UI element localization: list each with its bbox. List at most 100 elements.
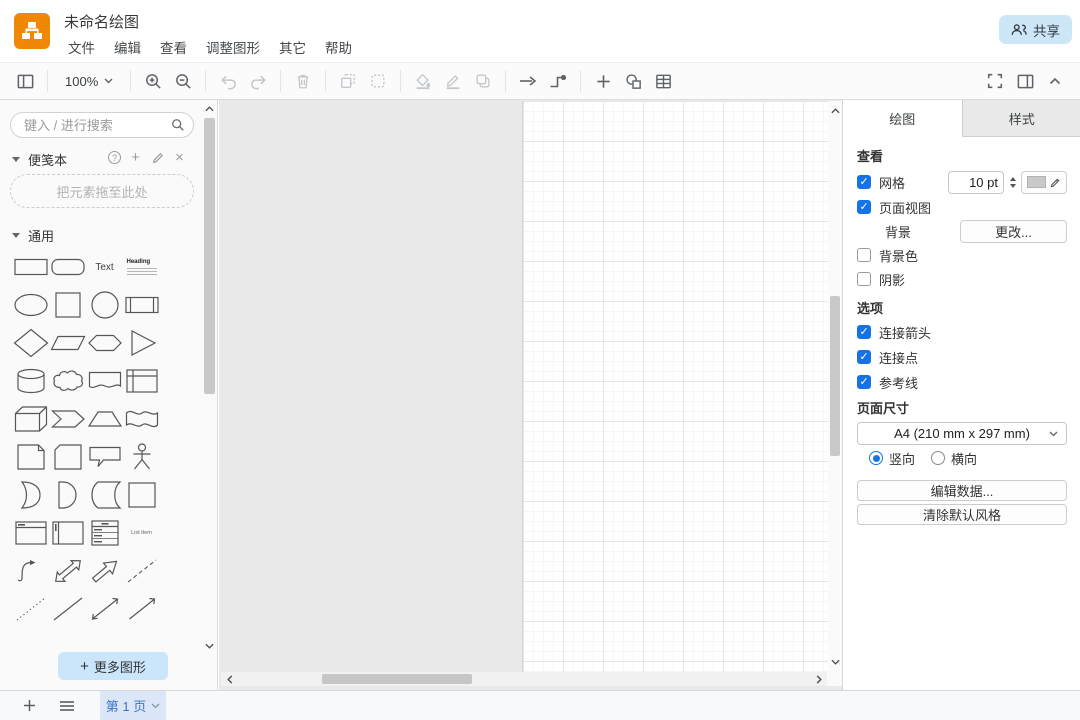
delete-button[interactable] — [288, 66, 318, 96]
menu-file[interactable]: 文件 — [62, 35, 101, 59]
more-shapes-button[interactable]: + 更多图形 — [58, 652, 168, 680]
shape-dashed-line[interactable] — [123, 552, 160, 590]
shape-list-item[interactable]: List Item — [123, 514, 160, 552]
connection-style-button[interactable] — [513, 66, 543, 96]
paper-size-dropdown[interactable]: A4 (210 mm x 297 mm) — [857, 422, 1067, 445]
scroll-up-icon[interactable] — [203, 102, 216, 115]
shape-internal-storage[interactable] — [123, 362, 160, 400]
connection-arrows-checkbox[interactable] — [857, 325, 871, 339]
scroll-down-icon[interactable] — [829, 655, 842, 668]
shape-actor[interactable] — [123, 438, 160, 476]
shape-text[interactable]: Text — [86, 248, 123, 286]
shape-ellipse[interactable] — [12, 286, 49, 324]
shape-data-storage[interactable] — [86, 476, 123, 514]
grid-size-stepper[interactable] — [1007, 171, 1018, 193]
page-tab[interactable]: 第 1 页 — [100, 691, 166, 720]
insert-shape-button[interactable] — [618, 66, 648, 96]
shape-triangle[interactable] — [123, 324, 160, 362]
shape-bidirectional-block-arrow[interactable] — [49, 552, 86, 590]
zoom-dropdown[interactable]: 100% — [55, 66, 123, 96]
paste-button[interactable] — [363, 66, 393, 96]
general-section-header[interactable]: 通用 — [12, 226, 54, 245]
background-color-checkbox[interactable] — [857, 248, 871, 262]
shape-card[interactable] — [49, 438, 86, 476]
insert-button[interactable] — [588, 66, 618, 96]
add-page-button[interactable] — [14, 691, 44, 720]
fullscreen-button[interactable] — [980, 66, 1010, 96]
redo-button[interactable] — [243, 66, 273, 96]
shape-dotted-line[interactable] — [12, 590, 49, 628]
scratchpad-section-header[interactable]: 便笺本 — [12, 150, 67, 169]
tab-diagram[interactable]: 绘图 — [843, 100, 962, 137]
shape-step[interactable] — [49, 400, 86, 438]
menu-help[interactable]: 帮助 — [319, 35, 358, 59]
shape-square[interactable] — [49, 286, 86, 324]
line-color-button[interactable] — [438, 66, 468, 96]
scratchpad-add-icon[interactable]: + — [128, 150, 143, 165]
shape-cube[interactable] — [12, 400, 49, 438]
scratchpad-edit-icon[interactable] — [150, 150, 165, 165]
collapse-toolbar-button[interactable] — [1040, 66, 1070, 96]
grid-color-button[interactable] — [1021, 171, 1067, 194]
shape-list[interactable] — [86, 514, 123, 552]
canvas-horizontal-scrollbar[interactable] — [221, 672, 827, 686]
shape-line[interactable] — [49, 590, 86, 628]
drawing-canvas[interactable] — [219, 100, 842, 690]
grid-checkbox[interactable] — [857, 175, 871, 189]
shape-document[interactable] — [86, 362, 123, 400]
drawing-page[interactable] — [522, 101, 828, 672]
sidebar-scrollbar-thumb[interactable] — [204, 118, 215, 394]
page-view-checkbox[interactable] — [857, 200, 871, 214]
shape-block-arrow[interactable] — [86, 552, 123, 590]
shape-horizontal-container[interactable] — [12, 514, 49, 552]
menu-edit[interactable]: 编辑 — [108, 35, 147, 59]
waypoint-style-button[interactable] — [543, 66, 573, 96]
copy-button[interactable] — [333, 66, 363, 96]
menu-view[interactable]: 查看 — [154, 35, 193, 59]
edit-data-button[interactable]: 编辑数据... — [857, 480, 1067, 501]
shape-container[interactable] — [123, 476, 160, 514]
scratchpad-drop-area[interactable]: 把元素拖至此处 — [10, 174, 194, 208]
scroll-down-icon[interactable] — [203, 639, 216, 652]
shape-and[interactable] — [49, 476, 86, 514]
shape-process[interactable] — [123, 286, 160, 324]
step-up-icon[interactable] — [1010, 177, 1016, 181]
shape-hexagon[interactable] — [86, 324, 123, 362]
change-background-button[interactable]: 更改... — [960, 220, 1067, 243]
undo-button[interactable] — [213, 66, 243, 96]
shape-directional-connector[interactable] — [123, 590, 160, 628]
clear-default-style-button[interactable]: 清除默认风格 — [857, 504, 1067, 525]
canvas-vertical-scrollbar-thumb[interactable] — [830, 296, 840, 456]
step-down-icon[interactable] — [1010, 184, 1016, 188]
search-input[interactable] — [22, 117, 171, 134]
shape-cloud[interactable] — [49, 362, 86, 400]
shape-diamond[interactable] — [12, 324, 49, 362]
shape-search[interactable] — [10, 112, 194, 138]
scratchpad-help-icon[interactable]: ? — [108, 151, 121, 164]
shape-curve[interactable] — [12, 552, 49, 590]
shape-textbox[interactable]: Heading — [123, 248, 160, 286]
shape-cylinder[interactable] — [12, 362, 49, 400]
portrait-radio[interactable] — [869, 451, 883, 465]
scroll-up-icon[interactable] — [829, 104, 842, 117]
landscape-radio[interactable] — [931, 451, 945, 465]
menu-arrange[interactable]: 调整图形 — [200, 35, 266, 59]
shape-callout[interactable] — [86, 438, 123, 476]
zoom-in-button[interactable] — [138, 66, 168, 96]
menu-extras[interactable]: 其它 — [273, 35, 312, 59]
grid-size-input[interactable]: 10 pt — [948, 171, 1004, 194]
shadow-checkbox[interactable] — [857, 272, 871, 286]
shape-tape[interactable] — [123, 400, 160, 438]
shape-bidirectional-connector[interactable] — [86, 590, 123, 628]
sidebar-scrollbar[interactable] — [203, 102, 216, 652]
canvas-vertical-scrollbar[interactable] — [828, 101, 842, 672]
toggle-shapes-panel-button[interactable] — [10, 66, 40, 96]
zoom-out-button[interactable] — [168, 66, 198, 96]
tab-style[interactable]: 样式 — [962, 100, 1080, 137]
shape-rounded-rectangle[interactable] — [49, 248, 86, 286]
shape-circle[interactable] — [86, 286, 123, 324]
share-button[interactable]: 共享 — [999, 15, 1072, 44]
shape-trapezoid[interactable] — [86, 400, 123, 438]
shadow-button[interactable] — [468, 66, 498, 96]
toggle-format-panel-button[interactable] — [1010, 66, 1040, 96]
